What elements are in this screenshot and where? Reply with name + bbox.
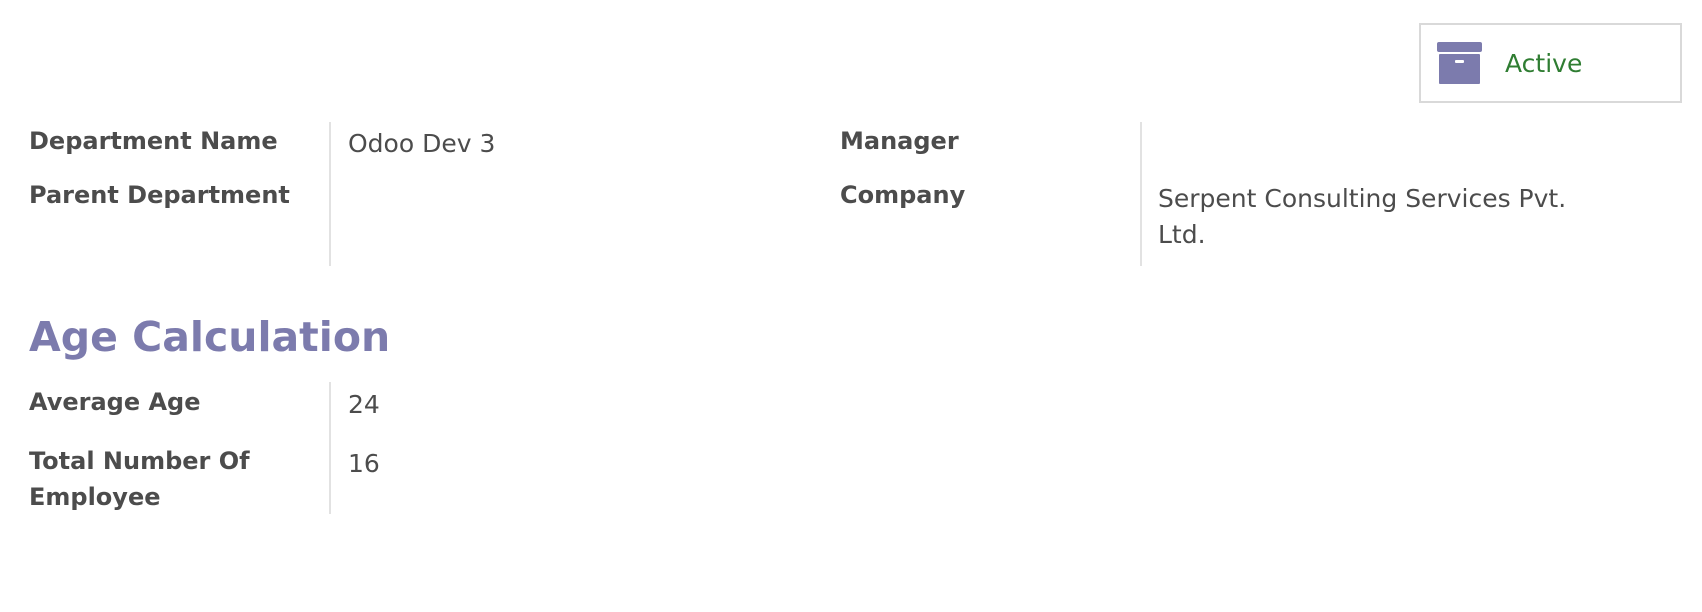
parent-department-label: Parent Department: [29, 181, 290, 209]
age-section-divider: [329, 382, 331, 514]
department-name-label: Department Name: [29, 127, 278, 155]
active-toggle-button[interactable]: Active: [1419, 23, 1682, 103]
total-employee-value: 16: [348, 449, 380, 478]
department-name-field[interactable]: Odoo Dev 3: [348, 126, 495, 162]
total-employee-label-line-2: Employee: [29, 483, 161, 511]
total-employee-label: Total Number Of Employee: [29, 443, 250, 515]
parent-department-field[interactable]: [348, 180, 768, 216]
company-value-line-1: Serpent Consulting Services Pvt.: [1158, 184, 1567, 213]
left-group-divider: [329, 122, 331, 266]
company-value-line-2: Ltd.: [1158, 220, 1206, 249]
archive-icon: [1437, 42, 1482, 84]
right-group-divider: [1140, 122, 1142, 266]
company-label: Company: [840, 181, 966, 209]
manager-label: Manager: [840, 127, 959, 155]
department-form-sheet: Active Department Name Odoo Dev 3 Parent…: [0, 0, 1702, 612]
active-toggle-label: Active: [1505, 48, 1583, 78]
average-age-value: 24: [348, 390, 380, 419]
age-calculation-title: Age Calculation: [29, 313, 391, 361]
total-employee-label-line-1: Total Number Of: [29, 447, 250, 475]
average-age-label: Average Age: [29, 388, 201, 416]
company-field[interactable]: Serpent Consulting Services Pvt. Ltd.: [1158, 181, 1566, 253]
manager-field[interactable]: [1158, 126, 1638, 162]
